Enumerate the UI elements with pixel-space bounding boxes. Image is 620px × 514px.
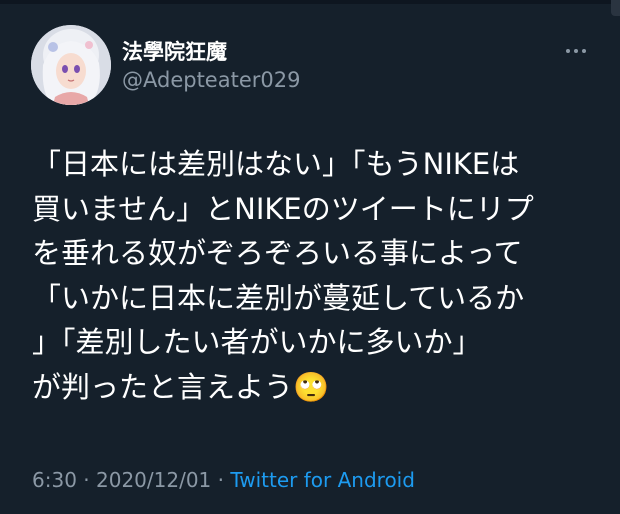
author-display-name[interactable]: 法學院狂魔	[122, 36, 227, 66]
separator: ·	[76, 468, 96, 492]
ellipsis-icon	[582, 49, 586, 53]
tweet-text-line: 「日本には差別はない」「もうNIKEは	[32, 147, 520, 181]
tweet-time[interactable]: 6:30	[32, 468, 77, 492]
tweet-text-line: が判ったと言えよう🙄	[32, 369, 330, 404]
ellipsis-icon	[566, 49, 570, 53]
tweet-text-line: を垂れる奴がぞろぞろいる事によって	[32, 236, 523, 270]
tweet-text-line: 」「差別したい者がいかに多いか」	[32, 325, 482, 359]
tweet-text-line: 「いかに日本に差別が蔓延しているか	[32, 280, 525, 315]
tweet-card: 法學院狂魔 @Adepteater029 「日本には差別はない」「もうNIKEは…	[0, 0, 620, 514]
tweet-metadata: 6:30 · 2020/12/01 · Twitter for Android	[32, 468, 415, 492]
avatar-image	[31, 25, 111, 105]
tweet-text-line: 買いません」とNIKEのツイートにリプ	[32, 191, 534, 226]
tweet-text: 「日本には差別はない」「もうNIKEは 買いません」とNIKEのツイートにリプ …	[32, 142, 592, 409]
author-handle[interactable]: @Adepteater029	[122, 68, 300, 92]
separator: ·	[211, 468, 231, 492]
avatar[interactable]	[31, 25, 111, 105]
tweet-source-link[interactable]: Twitter for Android	[230, 468, 415, 492]
tweet-date[interactable]: 2020/12/01	[96, 468, 211, 492]
ellipsis-icon	[574, 49, 578, 53]
more-options-button[interactable]	[559, 40, 593, 62]
